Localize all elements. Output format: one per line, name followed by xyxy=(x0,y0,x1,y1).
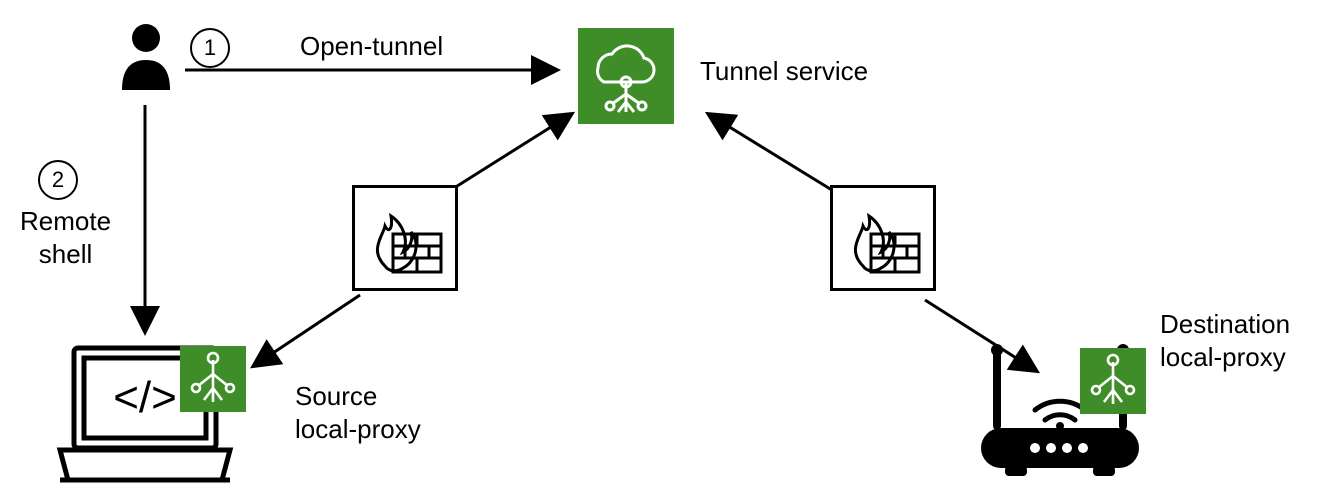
firewall-left-icon xyxy=(352,185,458,291)
open-tunnel-label: Open-tunnel xyxy=(300,30,443,63)
destination-proxy-badge-icon xyxy=(1080,348,1146,414)
source-proxy-badge-icon xyxy=(180,346,246,412)
tunnel-service-icon xyxy=(578,28,674,124)
svg-text:</>: </> xyxy=(113,373,177,422)
destination-proxy-label: Destination local-proxy xyxy=(1160,308,1290,373)
remote-shell-label: Remote shell xyxy=(20,205,111,270)
step-2-number: 2 xyxy=(52,167,64,193)
step-2-circle: 2 xyxy=(38,160,78,200)
user-icon xyxy=(118,20,174,90)
step-1-circle: 1 xyxy=(190,28,230,68)
arrow-fw-right-to-cloud xyxy=(710,115,840,195)
step-1-number: 1 xyxy=(204,35,216,61)
source-proxy-label: Source local-proxy xyxy=(295,380,421,445)
tunnel-service-label: Tunnel service xyxy=(700,55,868,88)
arrow-fw-left-to-laptop xyxy=(255,295,360,365)
firewall-right-icon xyxy=(830,185,936,291)
